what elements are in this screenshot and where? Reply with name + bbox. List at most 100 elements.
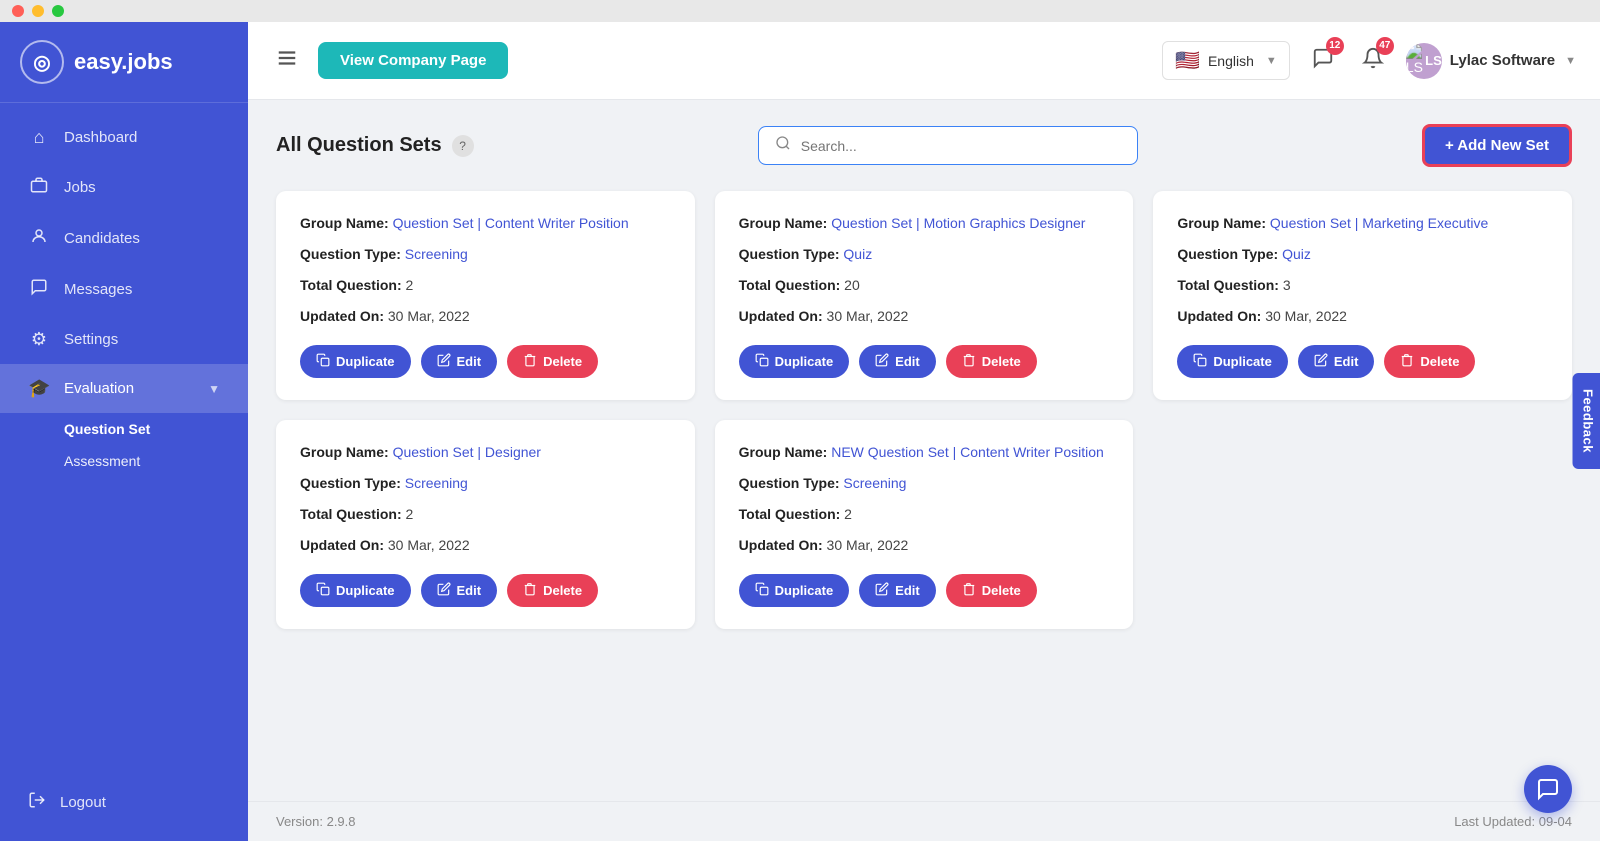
logo-text: easy.jobs — [74, 49, 173, 75]
company-chevron-icon: ▼ — [1565, 55, 1576, 67]
sidebar-subitem-assessment[interactable]: Assessment — [64, 445, 248, 477]
sidebar-item-candidates[interactable]: Candidates — [0, 213, 248, 264]
hamburger-button[interactable] — [272, 43, 302, 79]
card-total-question: Total Question: 20 — [739, 275, 1110, 296]
delete-button[interactable]: Delete — [946, 345, 1037, 378]
question-card: Group Name: Question Set | Designer Ques… — [276, 420, 695, 629]
version-text: Version: 2.9.8 — [276, 814, 356, 829]
duplicate-button[interactable]: Duplicate — [739, 345, 850, 378]
view-company-button[interactable]: View Company Page — [318, 42, 508, 79]
logout-item[interactable]: Logout — [28, 777, 220, 827]
edit-button[interactable]: Edit — [421, 345, 498, 378]
sidebar-item-label: Candidates — [64, 230, 140, 247]
company-name: Lylac Software — [1450, 52, 1555, 69]
sidebar-item-dashboard[interactable]: ⌂ Dashboard — [0, 113, 248, 162]
page-title: All Question Sets — [276, 134, 442, 157]
close-dot[interactable] — [12, 5, 24, 17]
chat-bubble-button[interactable] — [1524, 765, 1572, 813]
edit-icon — [875, 582, 889, 599]
duplicate-icon — [755, 353, 769, 370]
card-group-name: Group Name: Question Set | Marketing Exe… — [1177, 213, 1548, 234]
logout-icon — [28, 791, 46, 813]
question-card: Group Name: NEW Question Set | Content W… — [715, 420, 1134, 629]
notifications-badge: 47 — [1376, 37, 1394, 55]
sidebar-item-messages[interactable]: Messages — [0, 264, 248, 315]
help-icon[interactable]: ? — [452, 135, 474, 157]
messages-badge: 12 — [1326, 37, 1344, 55]
edit-icon — [437, 353, 451, 370]
duplicate-button[interactable]: Duplicate — [300, 345, 411, 378]
sidebar-item-settings[interactable]: ⚙ Settings — [0, 315, 248, 364]
trash-icon — [962, 582, 976, 599]
content-header: All Question Sets ? + Add New Set — [276, 124, 1572, 167]
card-updated-on: Updated On: 30 Mar, 2022 — [739, 535, 1110, 556]
duplicate-button[interactable]: Duplicate — [300, 574, 411, 607]
window-chrome — [0, 0, 1600, 22]
edit-button[interactable]: Edit — [1298, 345, 1375, 378]
trash-icon — [523, 353, 537, 370]
feedback-tab[interactable]: Feedback — [1573, 373, 1600, 469]
edit-button[interactable]: Edit — [421, 574, 498, 607]
minimize-dot[interactable] — [32, 5, 44, 17]
notifications-button[interactable]: 47 — [1356, 41, 1390, 81]
chevron-down-icon: ▼ — [1266, 55, 1277, 67]
search-input[interactable] — [801, 138, 1121, 154]
sidebar-subitem-question-set[interactable]: Question Set — [64, 413, 248, 445]
home-icon: ⌂ — [28, 127, 50, 148]
card-total-question: Total Question: 2 — [739, 504, 1110, 525]
sidebar-logo: ◎ easy.jobs — [0, 22, 248, 103]
search-icon — [775, 135, 791, 156]
cards-grid: Group Name: Question Set | Content Write… — [276, 191, 1572, 629]
evaluation-subnav: Question Set Assessment — [0, 413, 248, 477]
sidebar-item-evaluation[interactable]: 🎓 Evaluation ▼ — [0, 364, 248, 413]
card-actions: Duplicate Edit Delete — [300, 574, 671, 607]
card-updated-on: Updated On: 30 Mar, 2022 — [300, 535, 671, 556]
card-actions: Duplicate Edit Delete — [739, 345, 1110, 378]
maximize-dot[interactable] — [52, 5, 64, 17]
company-info[interactable]: LS Lylac Software ▼ — [1406, 43, 1576, 79]
card-actions: Duplicate Edit Delete — [739, 574, 1110, 607]
duplicate-button[interactable]: Duplicate — [1177, 345, 1288, 378]
add-new-set-button[interactable]: + Add New Set — [1422, 124, 1572, 167]
content-header-left: All Question Sets ? — [276, 134, 474, 157]
language-selector[interactable]: 🇺🇸 English ▼ — [1162, 41, 1290, 80]
sidebar-item-jobs[interactable]: Jobs — [0, 162, 248, 213]
duplicate-icon — [755, 582, 769, 599]
candidates-icon — [28, 227, 50, 250]
jobs-icon — [28, 176, 50, 199]
trash-icon — [523, 582, 537, 599]
duplicate-icon — [316, 582, 330, 599]
last-updated-text: Last Updated: 09-04 — [1454, 814, 1572, 829]
card-group-name: Group Name: Question Set | Motion Graphi… — [739, 213, 1110, 234]
card-actions: Duplicate Edit Delete — [1177, 345, 1548, 378]
card-question-type: Question Type: Screening — [300, 244, 671, 265]
edit-button[interactable]: Edit — [859, 574, 936, 607]
card-group-name: Group Name: Question Set | Content Write… — [300, 213, 671, 234]
delete-button[interactable]: Delete — [507, 574, 598, 607]
messages-icon — [28, 278, 50, 301]
flag-icon: 🇺🇸 — [1175, 48, 1200, 73]
card-question-type: Question Type: Quiz — [1177, 244, 1548, 265]
sidebar-item-label: Evaluation — [64, 380, 134, 397]
question-card: Group Name: Question Set | Content Write… — [276, 191, 695, 400]
card-question-type: Question Type: Screening — [739, 473, 1110, 494]
main-content: View Company Page 🇺🇸 English ▼ 12 47 LS … — [248, 22, 1600, 841]
question-card: Group Name: Question Set | Marketing Exe… — [1153, 191, 1572, 400]
card-updated-on: Updated On: 30 Mar, 2022 — [739, 306, 1110, 327]
chevron-down-icon: ▼ — [208, 382, 220, 396]
logout-label: Logout — [60, 794, 106, 811]
duplicate-button[interactable]: Duplicate — [739, 574, 850, 607]
delete-button[interactable]: Delete — [946, 574, 1037, 607]
card-group-name: Group Name: Question Set | Designer — [300, 442, 671, 463]
delete-button[interactable]: Delete — [507, 345, 598, 378]
edit-button[interactable]: Edit — [859, 345, 936, 378]
card-total-question: Total Question: 2 — [300, 275, 671, 296]
sidebar-item-label: Messages — [64, 281, 132, 298]
company-avatar: LS — [1406, 43, 1442, 79]
messages-button[interactable]: 12 — [1306, 41, 1340, 81]
card-updated-on: Updated On: 30 Mar, 2022 — [300, 306, 671, 327]
delete-button[interactable]: Delete — [1384, 345, 1475, 378]
edit-icon — [1314, 353, 1328, 370]
question-card: Group Name: Question Set | Motion Graphi… — [715, 191, 1134, 400]
logo-icon: ◎ — [20, 40, 64, 84]
